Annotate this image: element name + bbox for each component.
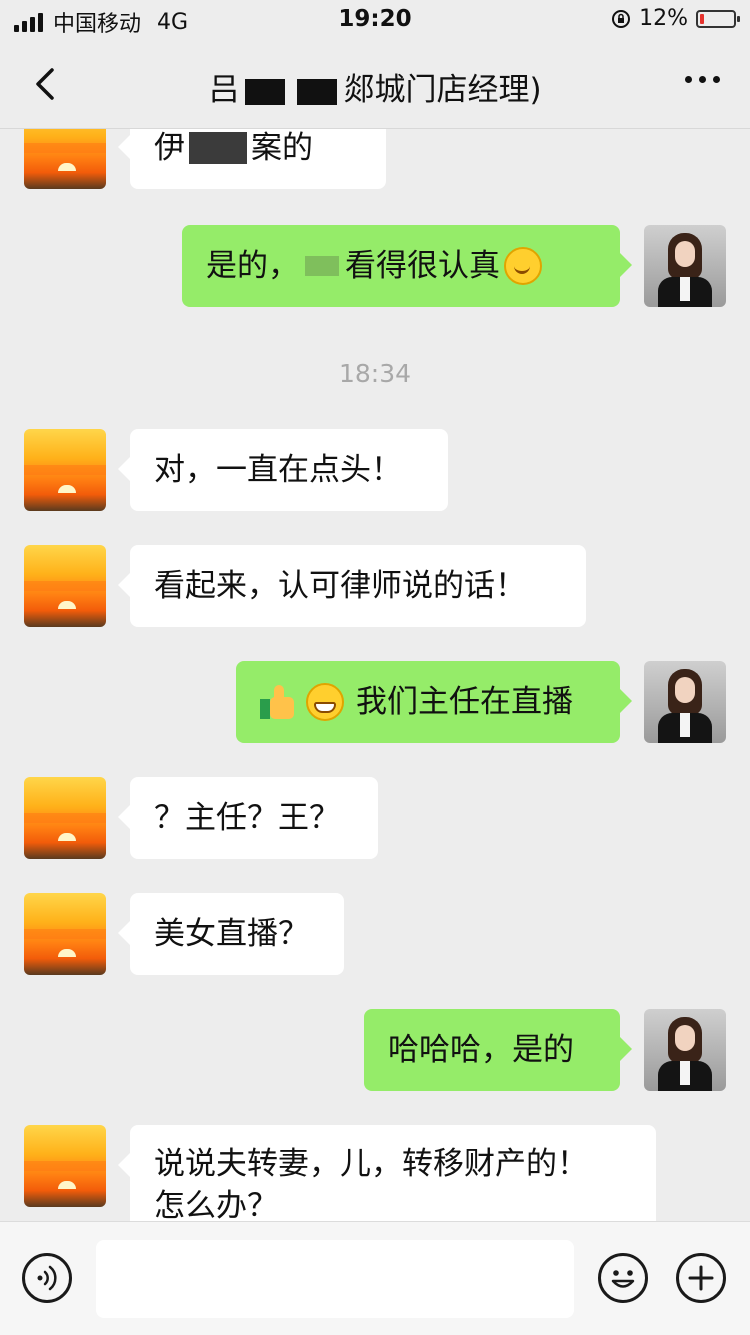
- battery-percent: 12%: [639, 6, 688, 31]
- chat-title-suffix: 郯城门店经理): [343, 72, 542, 108]
- my-avatar[interactable]: [644, 661, 726, 743]
- message-bubble-received[interactable]: 说说夫转妻，儿，转移财产的！ 怎么办？: [118, 1125, 656, 1221]
- emoji-face-icon[interactable]: [598, 1253, 648, 1303]
- contact-avatar[interactable]: [24, 129, 106, 189]
- message-text: 我们主任在直播: [356, 684, 573, 720]
- contact-avatar[interactable]: [24, 1125, 106, 1207]
- message-bubble-received[interactable]: 伊 案的: [118, 129, 386, 189]
- message-text: 看起来，认可律师说的话！: [154, 568, 526, 604]
- message-bubble-sent[interactable]: 是的， 看得很认真: [182, 225, 632, 307]
- message-bubble-received[interactable]: ？主任？王？: [118, 777, 378, 859]
- message-text-line: 说说夫转妻，儿，转移财产的！: [154, 1146, 588, 1182]
- contact-avatar[interactable]: [24, 893, 106, 975]
- message-list[interactable]: 伊 案的 是的， 看得很认真 18:34 对，一直在点头！ 看起来，认可律师说的话！…: [0, 129, 750, 1221]
- contact-avatar[interactable]: [24, 545, 106, 627]
- redaction-block: [189, 132, 247, 164]
- status-right: 12%: [611, 6, 740, 31]
- my-avatar[interactable]: [644, 225, 726, 307]
- smile-emoji-icon: [504, 247, 542, 285]
- more-dots-icon[interactable]: [685, 76, 720, 83]
- message-text: ？主任？王？: [154, 800, 340, 836]
- message-text-line: 怎么办？: [154, 1188, 278, 1221]
- message-text: 案的: [251, 130, 313, 166]
- contact-avatar[interactable]: [24, 777, 106, 859]
- message-text: 看得很认真: [345, 248, 500, 284]
- message-text: 是的，: [206, 248, 299, 284]
- timestamp-divider: 18:34: [338, 359, 412, 388]
- redaction-block: [245, 78, 286, 105]
- battery-icon: [696, 9, 740, 28]
- chat-header: 吕 郯城门店经理): [0, 40, 750, 129]
- message-bubble-sent[interactable]: 我们主任在直播: [236, 661, 632, 743]
- rotation-lock-icon: [612, 9, 631, 28]
- my-avatar[interactable]: [644, 1009, 726, 1091]
- message-bubble-received[interactable]: 看起来，认可律师说的话！: [118, 545, 586, 627]
- grin-emoji-icon: [306, 683, 344, 721]
- contact-avatar[interactable]: [24, 429, 106, 511]
- message-text: 美女直播？: [154, 916, 309, 952]
- redaction-block: [297, 78, 338, 105]
- message-input[interactable]: [96, 1240, 574, 1318]
- message-text: 哈哈哈，是的: [388, 1032, 574, 1068]
- back-chevron-icon[interactable]: [28, 62, 68, 106]
- plus-icon[interactable]: [676, 1253, 726, 1303]
- chat-title: 吕 郯城门店经理): [120, 64, 630, 109]
- message-text: 对，一直在点头！: [154, 452, 402, 488]
- status-bar: 中国移动 4G 19:20 12%: [0, 0, 750, 40]
- message-bubble-received[interactable]: 对，一直在点头！: [118, 429, 448, 511]
- thumbs-up-emoji-icon: [260, 683, 298, 721]
- voice-icon[interactable]: [22, 1253, 72, 1303]
- message-text: 伊: [154, 130, 185, 166]
- battery-fill: [700, 13, 704, 24]
- redaction-block: [305, 256, 339, 276]
- message-bubble-sent[interactable]: 哈哈哈，是的: [364, 1009, 632, 1091]
- chat-title-prefix: 吕: [208, 72, 240, 108]
- input-toolbar: [0, 1221, 750, 1335]
- message-bubble-received[interactable]: 美女直播？: [118, 893, 344, 975]
